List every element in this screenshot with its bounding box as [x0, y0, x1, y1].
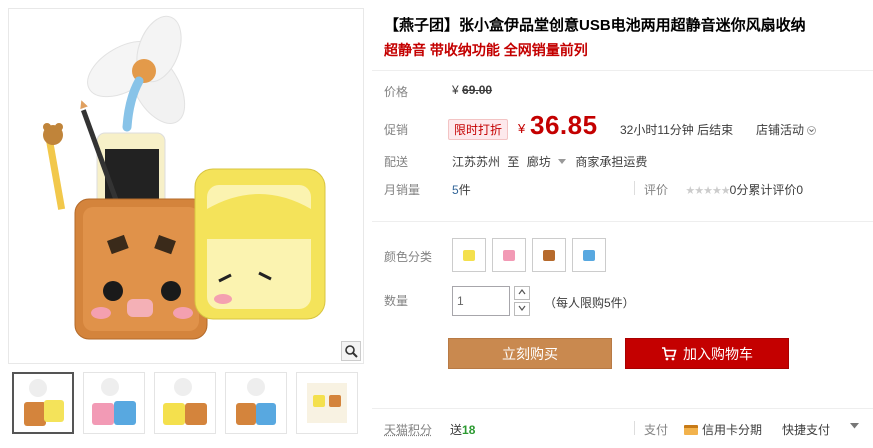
shop-activity-dropdown[interactable]: 店铺活动	[756, 121, 817, 138]
rating-stars-icon: ★★★★★	[685, 185, 730, 197]
original-price: ¥ 69.00	[452, 83, 492, 97]
divider	[634, 421, 635, 435]
points-info: 送18	[450, 421, 475, 438]
swatch-blue	[583, 249, 595, 261]
buy-now-label: 立刻购买	[502, 345, 558, 362]
price-label: 价格	[384, 85, 409, 99]
buy-now-button[interactable]: 立刻购买	[448, 338, 612, 369]
thumbnail-strip	[12, 372, 358, 434]
color-option-1[interactable]	[452, 238, 486, 272]
quantity-input[interactable]	[452, 286, 510, 316]
color-option-3[interactable]	[532, 238, 566, 272]
ship-from: 江苏苏州	[452, 155, 501, 169]
thumbnail-image	[92, 378, 136, 425]
monthly-sales-unit: 件	[458, 183, 471, 197]
quantity-decrease-button[interactable]	[514, 302, 530, 316]
countdown: 32小时11分钟 后结束	[620, 123, 734, 137]
chevron-down-icon	[518, 305, 526, 311]
points-label[interactable]: 天猫积分	[384, 421, 432, 438]
quantity-label: 数量	[384, 294, 409, 308]
swatch-pink	[503, 249, 515, 261]
payment-quick[interactable]: 快捷支付	[782, 421, 830, 438]
chevron-down-icon	[807, 126, 817, 136]
promo-tag: 限时打折	[448, 119, 509, 140]
thumbnail-image	[163, 378, 207, 425]
ship-destination-selector[interactable]: 廊坊	[527, 155, 576, 169]
zoom-icon	[345, 345, 358, 358]
chevron-up-icon	[518, 289, 526, 295]
review-count: 累计评价0	[748, 183, 804, 197]
shipping-info: 江苏苏州 至 廊坊 商家承担运费	[452, 153, 647, 170]
rating-score: 0分	[729, 183, 749, 197]
thumbnail-1[interactable]	[12, 372, 74, 434]
points-prefix: 送	[450, 423, 463, 437]
thumbnail-3[interactable]	[154, 372, 216, 434]
shipping-label: 配送	[384, 155, 409, 169]
product-title: 【燕子团】张小盒伊品堂创意USB电池两用超静音迷你风扇收纳	[384, 17, 806, 34]
promo-currency: ¥	[518, 121, 526, 136]
price-panel: 价格 ¥ 69.00 促销 限时打折 ¥ 36.85 32小时11分钟 后结束 …	[372, 70, 873, 222]
triangle-down-icon	[558, 159, 567, 164]
product-gallery	[0, 0, 367, 448]
promo-price: 36.85	[530, 110, 598, 140]
thumbnail-image	[307, 383, 347, 423]
fan-illustration	[87, 15, 186, 132]
payment-label: 支付	[644, 423, 669, 437]
ship-to-word: 至	[507, 155, 520, 169]
thumbnail-image	[24, 379, 64, 426]
original-price-value: 69.00	[462, 83, 493, 97]
thumbnail-2[interactable]	[83, 372, 145, 434]
credit-card-icon	[684, 424, 698, 435]
ship-destination: 廊坊	[526, 155, 551, 169]
quantity-limit: （每人限购5件）	[544, 296, 635, 310]
shipping-fee: 商家承担运费	[575, 155, 648, 169]
swatch-brown	[543, 249, 555, 261]
color-options	[452, 238, 606, 272]
rating[interactable]: 评价 ★★★★★0分累计评价0	[644, 181, 803, 198]
color-option-2[interactable]	[492, 238, 526, 272]
thumbnail-4[interactable]	[225, 372, 287, 434]
promo-label: 促销	[384, 123, 409, 137]
color-label: 颜色分类	[384, 250, 433, 264]
shop-activity-label: 店铺活动	[756, 123, 805, 137]
monthly-sales-label: 月销量	[384, 183, 421, 197]
divider	[634, 181, 635, 195]
zoom-button[interactable]	[341, 341, 361, 361]
product-photo	[43, 15, 326, 340]
payment-credit-card[interactable]: 信用卡分期	[684, 421, 762, 438]
add-to-cart-label: 加入购物车	[683, 345, 753, 362]
monthly-sales: 5件	[452, 181, 471, 198]
rating-label: 评价	[644, 183, 669, 197]
swatch-yellow	[463, 249, 475, 261]
product-subtitle: 超静音 带收纳功能 全网销量前列	[384, 42, 588, 58]
bottom-info: 天猫积分 送18 支付 信用卡分期 快捷支付	[372, 408, 873, 448]
points-value: 18	[462, 423, 476, 437]
color-option-4[interactable]	[572, 238, 606, 272]
currency-symbol: ¥	[452, 83, 459, 97]
cart-icon	[662, 346, 677, 360]
quantity-increase-button[interactable]	[514, 286, 530, 300]
thumbnail-image	[236, 378, 276, 425]
monthly-sales-count: 5	[452, 183, 459, 197]
thumbnail-5[interactable]	[296, 372, 358, 434]
triangle-down-icon	[850, 423, 859, 429]
payment-more-button[interactable]	[850, 421, 859, 432]
credit-card-label: 信用卡分期	[702, 423, 763, 437]
main-product-image[interactable]	[8, 8, 364, 364]
add-to-cart-button[interactable]: 加入购物车	[625, 338, 789, 369]
product-detail: 【燕子团】张小盒伊品堂创意USB电池两用超静音迷你风扇收纳 超静音 带收纳功能 …	[372, 0, 873, 448]
